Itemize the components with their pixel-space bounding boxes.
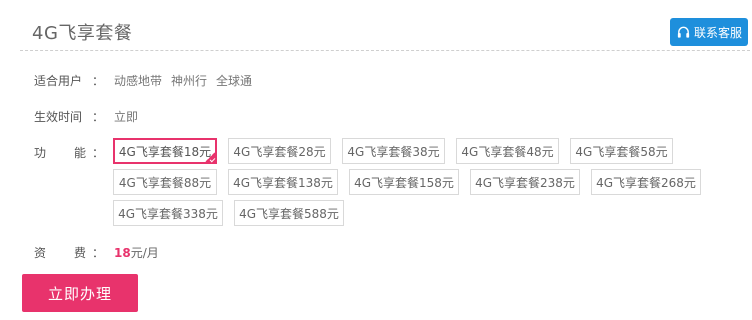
users-label-text: 适合用户 (34, 74, 83, 88)
user-type-item: 神州行 (171, 74, 208, 88)
plan-option-28[interactable]: 4G飞享套餐28元 (228, 138, 331, 164)
effective-label-colon: ： (92, 110, 105, 124)
plan-option-label: 4G飞享套餐48元 (461, 144, 554, 159)
function-label-colon: ： (92, 146, 105, 160)
apply-now-button[interactable]: 立即办理 (22, 274, 138, 312)
plan-options-row: 4G飞享套餐338元 4G飞享套餐588元 (113, 200, 713, 226)
plan-option-label: 4G飞享套餐38元 (347, 144, 440, 159)
plan-option-268[interactable]: 4G飞享套餐268元 (591, 169, 701, 195)
plan-option-158[interactable]: 4G飞享套餐158元 (349, 169, 459, 195)
page-header: 4G飞享套餐 联系客服 (20, 0, 750, 51)
plan-option-338[interactable]: 4G飞享套餐338元 (113, 200, 223, 226)
users-values: 动感地带 神州行 全球通 (114, 72, 261, 89)
plan-option-138[interactable]: 4G飞享套餐138元 (228, 169, 338, 195)
fee-row: 资 费 ： 18元/月 (34, 244, 159, 261)
function-row: 功 能 ： (34, 144, 114, 161)
fee-label-char: 费 (74, 246, 87, 260)
users-label: 适合用户 ： (34, 72, 114, 89)
plan-option-label: 4G飞享套餐338元 (118, 206, 218, 221)
function-label: 功 能 ： (34, 144, 104, 161)
plan-option-label: 4G飞享套餐158元 (354, 175, 454, 190)
effective-value: 立即 (114, 110, 139, 124)
fee-label: 资 费 ： (34, 244, 104, 261)
plan-option-label: 4G飞享套餐268元 (596, 175, 696, 190)
plan-option-label: 4G飞享套餐18元 (118, 144, 212, 159)
plan-option-label: 4G飞享套餐238元 (475, 175, 575, 190)
plan-options-row: 4G飞享套餐18元 4G飞享套餐28元 4G飞享套餐38元 4G飞享套餐48元 … (113, 138, 713, 164)
selected-check-icon (204, 151, 216, 163)
fee-amount: 18 (114, 246, 131, 260)
plan-option-48[interactable]: 4G飞享套餐48元 (456, 138, 559, 164)
plan-options: 4G飞享套餐18元 4G飞享套餐28元 4G飞享套餐38元 4G飞享套餐48元 … (113, 138, 713, 231)
effective-label: 生效时间 ： (34, 108, 114, 125)
user-type-item: 动感地带 (114, 74, 163, 88)
effective-label-text: 生效时间 (34, 110, 83, 124)
users-label-colon: ： (92, 74, 105, 88)
plan-option-label: 4G飞享套餐28元 (233, 144, 326, 159)
headset-icon (677, 26, 690, 38)
plan-option-label: 4G飞享套餐588元 (239, 206, 339, 221)
plan-option-18[interactable]: 4G飞享套餐18元 (113, 138, 217, 164)
fee-label-char: 资 (34, 246, 47, 260)
function-label-char: 能 (74, 146, 87, 160)
user-type-item: 全球通 (216, 74, 253, 88)
page-title: 4G飞享套餐 (32, 23, 133, 44)
plan-option-88[interactable]: 4G飞享套餐88元 (113, 169, 217, 195)
fee-label-colon: ： (92, 246, 105, 260)
contact-service-button[interactable]: 联系客服 (670, 18, 748, 46)
contact-service-label: 联系客服 (693, 25, 742, 40)
plan-option-label: 4G飞享套餐58元 (575, 144, 668, 159)
plan-option-588[interactable]: 4G飞享套餐588元 (234, 200, 344, 226)
effective-row: 生效时间 ： 立即 (34, 108, 138, 125)
users-row: 适合用户 ： 动感地带 神州行 全球通 (34, 72, 261, 89)
plan-options-row: 4G飞享套餐88元 4G飞享套餐138元 4G飞享套餐158元 4G飞享套餐23… (113, 169, 713, 195)
plan-option-label: 4G飞享套餐88元 (118, 175, 212, 190)
plan-option-58[interactable]: 4G飞享套餐58元 (570, 138, 673, 164)
plan-option-238[interactable]: 4G飞享套餐238元 (470, 169, 580, 195)
fee-value: 18元/月 (114, 244, 159, 261)
function-label-char: 功 (34, 146, 47, 160)
plan-option-label: 4G飞享套餐138元 (233, 175, 333, 190)
fee-unit: 元/月 (130, 246, 159, 260)
plan-option-38[interactable]: 4G飞享套餐38元 (342, 138, 445, 164)
